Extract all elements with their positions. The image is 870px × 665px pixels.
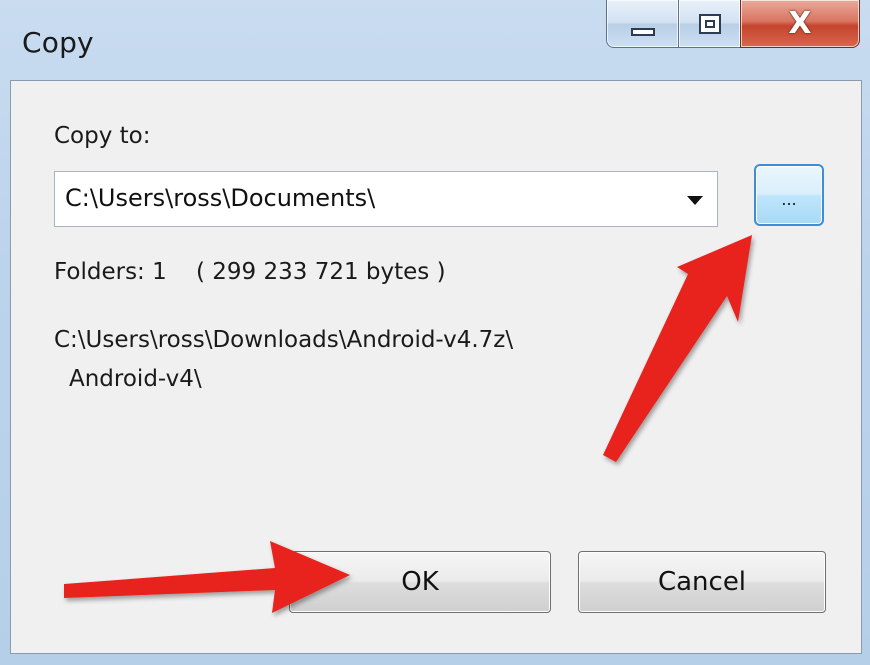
cancel-button[interactable]: Cancel bbox=[578, 551, 826, 613]
destination-combobox[interactable]: C:\Users\ross\Documents\ bbox=[54, 171, 718, 227]
dialog-body: Copy to: C:\Users\ross\Documents\ ... Fo… bbox=[10, 80, 862, 654]
close-button[interactable]: X bbox=[740, 0, 860, 48]
folders-info: Folders: 1 ( 299 233 721 bytes ) bbox=[54, 259, 446, 285]
maximize-button[interactable] bbox=[678, 0, 740, 48]
cancel-button-label: Cancel bbox=[657, 567, 747, 597]
minimize-icon bbox=[630, 27, 655, 36]
source-path-line-2: Android-v4\ bbox=[69, 366, 202, 392]
caption-buttons: X bbox=[606, 0, 860, 56]
chevron-down-icon[interactable] bbox=[687, 196, 703, 205]
destination-path-value: C:\Users\ross\Documents\ bbox=[65, 184, 376, 212]
minimize-button[interactable] bbox=[606, 0, 678, 48]
close-icon: X bbox=[788, 5, 812, 41]
title-bar[interactable]: Copy X bbox=[0, 0, 870, 80]
ok-button-label: OK bbox=[401, 567, 439, 597]
copy-dialog-window: Copy X Copy to: C:\Users\ross\Documents\… bbox=[0, 0, 870, 665]
window-title: Copy bbox=[22, 26, 94, 59]
maximize-icon bbox=[698, 13, 721, 34]
browse-button[interactable]: ... bbox=[754, 164, 824, 226]
ok-button[interactable]: OK bbox=[289, 551, 551, 613]
copy-to-label: Copy to: bbox=[54, 123, 151, 149]
browse-button-label: ... bbox=[781, 189, 797, 209]
source-path-line-1: C:\Users\ross\Downloads\Android-v4.7z\ bbox=[54, 327, 514, 353]
